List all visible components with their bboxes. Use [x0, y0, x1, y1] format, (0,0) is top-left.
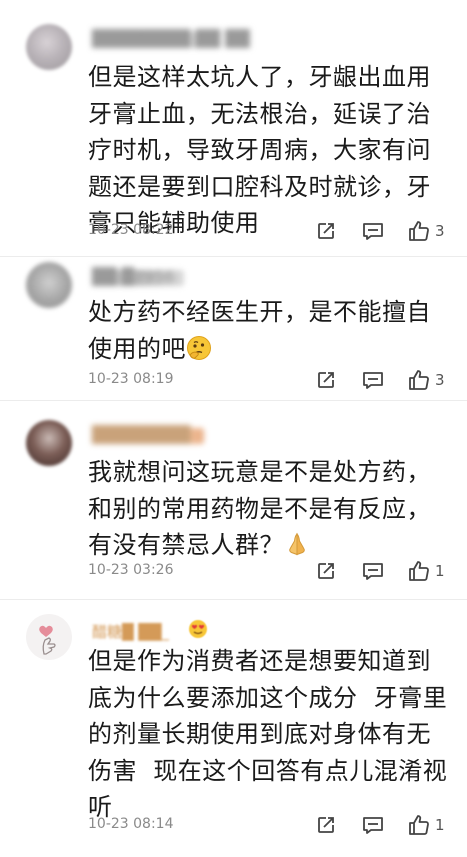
share-icon [318, 563, 334, 579]
comment-item: ████████ 我就想问这玩意是不是处方药，和别的常用药物是不是有反应，有没有… [0, 401, 467, 599]
comment-text-content: 我就想问这玩意是不是处方药，和别的常用药物是不是有反应，有没有禁忌人群？ [88, 458, 431, 559]
like-count: 3 [435, 222, 445, 240]
comment-icon [363, 372, 383, 389]
timestamp: 10-23 08:14 [88, 816, 174, 832]
share-icon [318, 372, 334, 388]
timestamp: 10-23 03:26 [88, 562, 174, 578]
comment-icon [363, 223, 383, 240]
comment-button[interactable] [362, 558, 384, 584]
thumbs-up-icon [409, 221, 429, 241]
share-button[interactable] [316, 218, 336, 244]
timestamp: 10-23 08:22 [88, 222, 174, 238]
comment-meta: 10-23 08:22 3 [88, 218, 458, 244]
username[interactable]: ████████ [92, 425, 204, 444]
avatar[interactable] [26, 420, 72, 466]
heart-eyes-icon [188, 619, 208, 643]
timestamp: 10-23 08:19 [88, 371, 174, 387]
divider [0, 256, 467, 257]
like-count: 1 [435, 816, 445, 834]
comment-meta: 10-23 08:14 1 [88, 812, 458, 838]
username[interactable]: ████████ ██ ██ [92, 29, 250, 48]
like-count: 3 [435, 371, 445, 389]
share-button[interactable] [316, 812, 336, 838]
comment-meta: 10-23 08:19 3 [88, 367, 458, 393]
comment-icon [363, 563, 383, 580]
share-icon [318, 817, 334, 833]
comment-icon [363, 817, 383, 834]
share-button[interactable] [316, 367, 336, 393]
comment-item: ████████ ██ ██ 但是这样太坑人了，牙龈出血用牙膏止血，无法根治，延… [0, 0, 467, 258]
thumbs-up-icon [409, 370, 429, 390]
thumbs-up-icon [409, 561, 429, 581]
thinking-face-icon [186, 335, 212, 372]
comment-item: ██ █7956 处方药不经医生开，是不能擅自使用的吧 10-23 08:19 … [0, 258, 467, 400]
comment-button[interactable] [362, 812, 384, 838]
username[interactable]: ██ █7956 [92, 267, 184, 286]
share-icon [318, 223, 334, 239]
avatar[interactable] [26, 262, 72, 308]
like-count: 1 [435, 562, 445, 580]
comment-text: 处方药不经医生开，是不能擅自使用的吧 [88, 294, 448, 371]
comment-button[interactable] [362, 218, 384, 244]
username[interactable]: 醋糖█ ██_ [92, 622, 178, 641]
like-button[interactable]: 1 [408, 558, 445, 584]
comment-button[interactable] [362, 367, 384, 393]
heart-hand-icon [39, 625, 56, 655]
avatar[interactable] [26, 614, 72, 660]
share-button[interactable] [316, 558, 336, 584]
comment-text: 但是作为消费者还是想要知道到底为什么要添加这个成分 牙膏里的剂量长期使用到底对身… [88, 647, 448, 821]
comment-meta: 10-23 03:26 1 [88, 558, 458, 584]
comment-text: 我就想问这玩意是不是处方药，和别的常用药物是不是有反应，有没有禁忌人群？ [88, 454, 448, 568]
avatar[interactable] [26, 24, 72, 70]
comment-text: 但是这样太坑人了，牙龈出血用牙膏止血，无法根治，延误了治疗时机，导致牙周病，大家… [88, 63, 431, 237]
like-button[interactable]: 1 [408, 812, 445, 838]
like-button[interactable]: 3 [408, 367, 445, 393]
like-button[interactable]: 3 [408, 218, 445, 244]
comment-text-content: 处方药不经医生开，是不能擅自使用的吧 [88, 298, 431, 363]
comment-item: 醋糖█ ██_ 但是作为消费者还是想要知道到底为什么要添加这个成分 牙膏里的剂量… [0, 600, 467, 857]
thumbs-up-icon [409, 815, 429, 835]
